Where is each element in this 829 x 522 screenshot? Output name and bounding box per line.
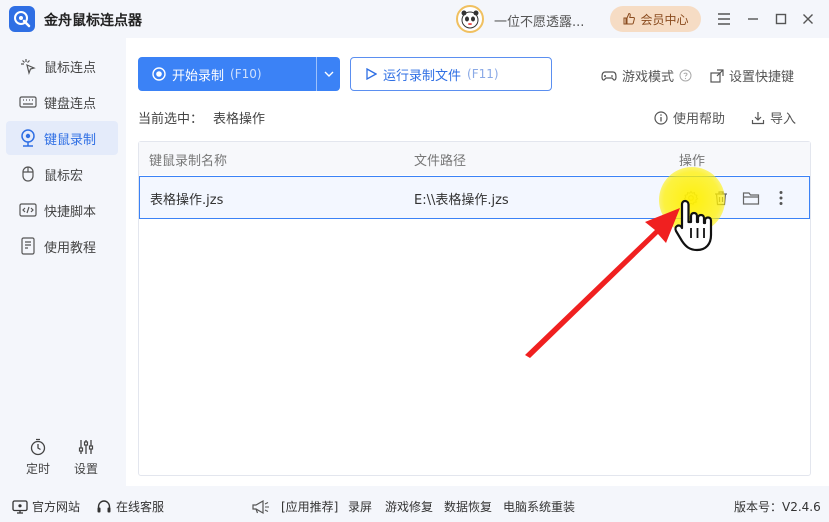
sidebar-item-quick-script[interactable]: 快捷脚本 (6, 193, 118, 227)
sliders-icon (78, 440, 94, 454)
title-bar: 金舟鼠标连点器 一位不愿透露... 会员中心 (0, 0, 829, 38)
vip-center-button[interactable]: 会员中心 (610, 6, 701, 32)
maximize-icon (775, 13, 787, 25)
user-name[interactable]: 一位不愿透露... (494, 11, 584, 30)
webcam-icon (21, 129, 35, 147)
thumbs-up-icon (623, 12, 636, 25)
run-record-hotkey: (F11) (467, 67, 499, 81)
official-website-link[interactable]: 官方网站 (12, 498, 80, 515)
online-support-link[interactable]: 在线客服 (96, 498, 164, 515)
column-header-name: 键鼠录制名称 (149, 154, 228, 169)
app-title: 金舟鼠标连点器 (44, 13, 142, 29)
more-vertical-icon (779, 191, 783, 205)
settings-label: 设置 (73, 462, 98, 476)
help-link[interactable]: 使用帮助 (654, 108, 725, 127)
headset-icon (97, 499, 111, 512)
close-button[interactable] (797, 8, 819, 30)
click-icon (21, 59, 36, 76)
tutorial-icon (21, 237, 35, 255)
settings-button[interactable]: 设置 (66, 438, 106, 477)
table-header: 键鼠录制名称 文件路径 操作 (139, 142, 810, 175)
timer-label: 定时 (25, 462, 50, 476)
row-name: 表格操作.jzs (150, 193, 224, 208)
hand-cursor-icon (672, 198, 716, 258)
import-icon (751, 111, 765, 124)
start-record-dropdown[interactable] (316, 57, 340, 91)
megaphone-icon (252, 499, 269, 514)
user-avatar[interactable] (456, 5, 484, 33)
row-open-folder-button[interactable] (741, 188, 761, 208)
keyboard-icon (19, 96, 37, 108)
footer: 官方网站 在线客服 [应用推荐] 录屏 游戏修复 数据恢复 电脑系统重装 版本号… (0, 486, 829, 522)
start-record-label: 开始录制 (172, 68, 225, 84)
sidebar-item-label: 键盘连点 (44, 96, 97, 112)
sidebar-item-mouse-click[interactable]: 鼠标连点 (6, 49, 118, 83)
official-website-label: 官方网站 (32, 500, 81, 514)
main-panel: 开始录制 (F10) 运行录制文件 (F11) 游戏模式 设置快捷键 当前选中：… (126, 38, 829, 486)
import-link[interactable]: 导入 (751, 108, 796, 127)
maximize-button[interactable] (770, 8, 792, 30)
monitor-icon (12, 499, 28, 514)
start-record-hotkey: (F10) (230, 67, 262, 81)
shortcut-icon (710, 68, 724, 83)
help-label: 使用帮助 (673, 112, 726, 127)
vip-label: 会员中心 (640, 12, 689, 27)
row-path: E:\\表格操作.jzs (414, 193, 509, 208)
sidebar-item-record[interactable]: 键鼠录制 (6, 121, 118, 155)
import-label: 导入 (770, 112, 797, 127)
folder-icon (742, 192, 760, 205)
gamepad-icon (601, 70, 617, 81)
game-mode-label: 游戏模式 (622, 70, 675, 85)
timer-button[interactable]: 定时 (18, 438, 58, 477)
record-icon (152, 67, 166, 81)
timer-icon (30, 438, 46, 456)
sidebar-item-label: 鼠标宏 (44, 168, 84, 184)
sidebar-item-label: 鼠标连点 (44, 60, 97, 76)
recommend-data-recovery-link[interactable]: 数据恢复 (444, 498, 492, 515)
sidebar-item-tutorial[interactable]: 使用教程 (6, 229, 118, 263)
row-more-button[interactable] (771, 188, 791, 208)
column-header-path: 文件路径 (414, 154, 467, 169)
menu-icon (718, 13, 730, 25)
info-icon (654, 110, 668, 125)
set-shortcut-button[interactable]: 设置快捷键 (710, 66, 794, 85)
mouse-icon (22, 166, 34, 182)
recommend-game-repair-link[interactable]: 游戏修复 (385, 498, 433, 515)
menu-button[interactable] (713, 8, 735, 30)
current-selection: 当前选中： 表格操作 (138, 108, 265, 127)
sidebar-item-label: 快捷脚本 (44, 204, 97, 220)
sidebar-item-mouse-macro[interactable]: 鼠标宏 (6, 157, 118, 191)
app-recommend: [应用推荐] (251, 498, 338, 515)
online-support-label: 在线客服 (116, 500, 165, 514)
recommend-system-reinstall-link[interactable]: 电脑系统重装 (503, 498, 575, 515)
game-mode-toggle[interactable]: 游戏模式 (601, 66, 692, 85)
start-record-button[interactable]: 开始录制 (F10) (138, 57, 340, 91)
play-icon (366, 68, 377, 80)
sidebar-item-keyboard-click[interactable]: 键盘连点 (6, 85, 118, 119)
app-recommend-label: [应用推荐] (281, 500, 339, 514)
minimize-icon (748, 18, 758, 20)
run-record-label: 运行录制文件 (383, 68, 462, 84)
current-selection-label: 当前选中： (138, 112, 204, 127)
recommend-screen-record-link[interactable]: 录屏 (348, 498, 372, 515)
sidebar-item-label: 键鼠录制 (44, 132, 97, 148)
sidebar: 鼠标连点 键盘连点 键鼠录制 鼠标宏 快捷脚本 使用教程 定时 设置 (0, 38, 126, 486)
run-record-file-button[interactable]: 运行录制文件 (F11) (350, 57, 552, 91)
chevron-down-icon (324, 71, 333, 77)
set-shortcut-label: 设置快捷键 (729, 70, 795, 85)
app-logo (9, 6, 35, 32)
close-icon (803, 14, 813, 24)
minimize-button[interactable] (742, 8, 764, 30)
current-selection-value: 表格操作 (213, 112, 266, 127)
script-icon (19, 203, 37, 217)
sidebar-item-label: 使用教程 (44, 240, 97, 256)
version-label: 版本号：V2.4.6 (734, 500, 821, 514)
help-circle-icon[interactable] (679, 69, 692, 82)
